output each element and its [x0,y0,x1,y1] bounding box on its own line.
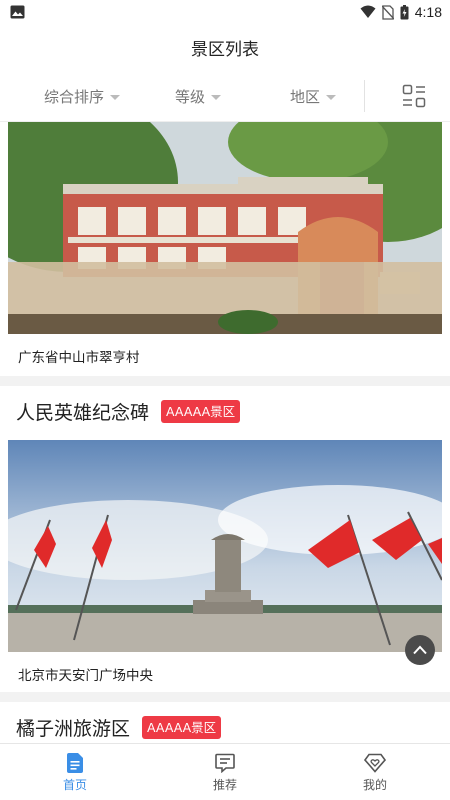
status-time: 4:18 [414,4,442,20]
scroll-to-top-button[interactable] [405,635,435,665]
sort-filter[interactable]: 综合排序 [44,70,121,122]
nav-home-label: 首页 [62,777,87,792]
chevron-up-icon [413,645,427,655]
grade-filter[interactable]: 等级 [175,70,222,122]
scenic-photo [8,440,442,652]
nav-mine-label: 我的 [362,777,387,792]
battery-icon [400,4,409,19]
sort-filter-label: 综合排序 [44,87,105,106]
grade-badge: AAAAA景区 [161,400,241,423]
message-icon [215,753,235,773]
grade-filter-label: 等级 [175,87,206,106]
caret-down-icon [211,94,222,100]
nav-mine[interactable]: 我的 [300,744,450,800]
caret-down-icon [326,94,337,100]
region-filter-label: 地区 [290,87,321,106]
grade-badge: AAAAA景区 [142,716,222,739]
caret-down-icon [110,94,121,100]
filter-divider [364,80,365,112]
filter-bar: 综合排序 等级 地区 [0,70,450,122]
header: 景区列表 [0,24,450,70]
list-item[interactable]: 橘子洲旅游区 AAAAA景区 [0,702,450,743]
nav-recommend-label: 推荐 [212,777,237,792]
nav-recommend[interactable]: 推荐 [150,744,300,800]
nav-home[interactable]: 首页 [0,744,150,800]
scenic-address: 广东省中山市翠亨村 [18,350,140,366]
bottom-nav: 首页 推荐 我的 [0,743,450,800]
grid-layout-icon[interactable] [402,84,426,108]
card-header: 橘子洲旅游区 AAAAA景区 [16,714,222,741]
no-sim-icon [381,4,394,20]
scenic-address: 北京市天安门广场中央 [18,668,153,684]
card-header: 人民英雄纪念碑 AAAAA景区 [16,398,241,425]
scenic-name: 人民英雄纪念碑 [16,402,150,424]
home-doc-icon [67,752,83,773]
status-bar: 4:18 [0,0,450,24]
scenic-name: 橘子洲旅游区 [16,718,131,740]
scenic-photo [8,122,442,334]
scenic-list[interactable]: 广东省中山市翠亨村 人民英雄纪念碑 AAAAA景区 北京市天安门广场中央 橘子洲… [0,122,450,743]
list-item[interactable]: 广东省中山市翠亨村 [0,122,450,376]
wifi-icon [360,5,376,18]
region-filter[interactable]: 地区 [290,70,337,122]
diamond-heart-icon [364,753,386,773]
list-item[interactable]: 人民英雄纪念碑 AAAAA景区 北京市天安门广场中央 [0,386,450,692]
gallery-icon [10,5,25,19]
page-title: 景区列表 [191,39,259,60]
